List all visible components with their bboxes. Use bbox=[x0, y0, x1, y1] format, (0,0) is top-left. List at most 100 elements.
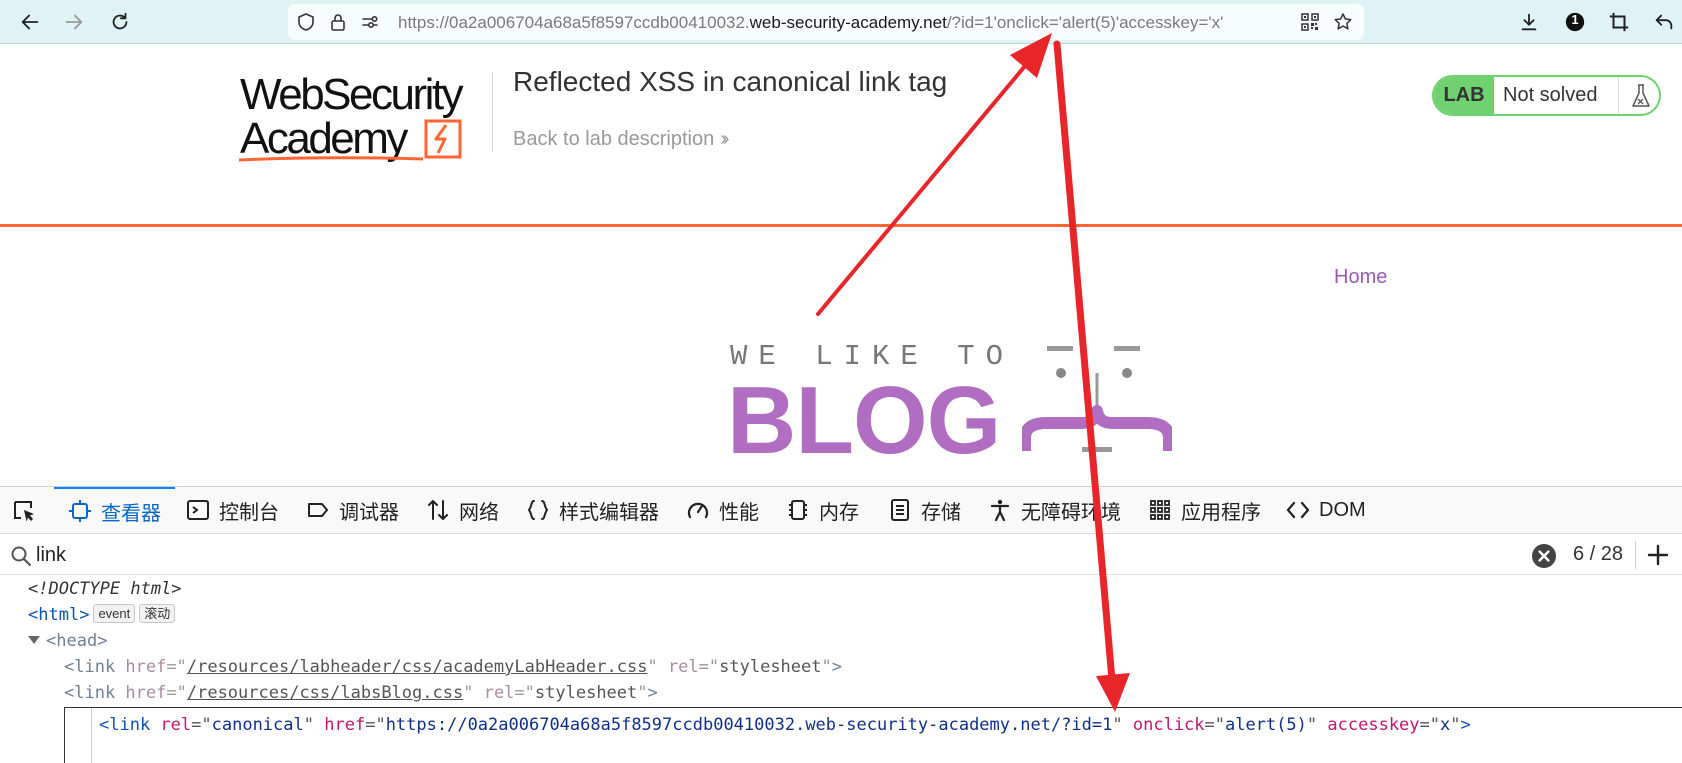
url-bar[interactable]: https://0a2a006704a68a5f8597ccdb00410032… bbox=[288, 4, 1364, 40]
header-separator bbox=[0, 224, 1682, 227]
tab-network[interactable]: 网络 bbox=[426, 487, 499, 533]
event-badge[interactable]: event bbox=[93, 604, 136, 623]
tab-debugger[interactable]: 调试器 bbox=[306, 487, 399, 533]
extension-badge-count: 1 bbox=[1571, 12, 1579, 27]
blog-face-icon bbox=[1022, 346, 1172, 452]
url-prefix: https://0a2a006704a68a5f8597ccdb00410032… bbox=[398, 13, 750, 32]
tab-console[interactable]: 控制台 bbox=[186, 487, 279, 533]
style-editor-icon bbox=[527, 500, 549, 520]
browser-toolbar: https://0a2a006704a68a5f8597ccdb00410032… bbox=[0, 0, 1682, 44]
qr-code-icon[interactable] bbox=[1300, 12, 1320, 32]
url-suffix: /?id=1'onclick='alert(5)'accesskey='x' bbox=[946, 13, 1224, 32]
search-result-count: 6 / 28 bbox=[1573, 543, 1624, 565]
devtools-tab-bar: 查看器 控制台 调试器 网络 样式编辑器 性能 内存 存储 无障碍环境 应用程序… bbox=[0, 487, 1682, 534]
tab-label: 调试器 bbox=[339, 501, 399, 524]
url-text[interactable]: https://0a2a006704a68a5f8597ccdb00410032… bbox=[398, 13, 1268, 33]
tab-application[interactable]: 应用程序 bbox=[1148, 487, 1261, 533]
element-picker-icon[interactable] bbox=[12, 499, 38, 525]
search-divider bbox=[1635, 541, 1636, 569]
tree-link-node[interactable]: <link href="/resources/labheader/css/aca… bbox=[64, 654, 842, 680]
tree-doctype[interactable]: <!DOCTYPE html> bbox=[28, 576, 182, 602]
tree-link-node[interactable]: <link href="/resources/css/labsBlog.css"… bbox=[64, 680, 658, 706]
memory-icon bbox=[789, 500, 807, 520]
debugger-icon bbox=[308, 503, 328, 517]
indent-guide bbox=[91, 708, 92, 763]
markup-search-input[interactable] bbox=[36, 540, 1186, 570]
application-icon bbox=[1150, 500, 1170, 520]
flask-icon bbox=[1618, 77, 1659, 114]
lab-status: Not solved bbox=[1503, 84, 1598, 106]
doctype-text: <!DOCTYPE html> bbox=[28, 579, 182, 599]
web-security-academy-logo[interactable]: WebSecurity Academy bbox=[238, 70, 490, 163]
dom-icon bbox=[1286, 501, 1310, 519]
link-rel-value: stylesheet bbox=[534, 683, 638, 703]
tab-performance[interactable]: 性能 bbox=[686, 487, 759, 533]
tree-head-node[interactable]: <head> bbox=[28, 628, 107, 654]
tree-canonical-link-node[interactable]: <link rel="canonical" href="https://0a2a… bbox=[99, 712, 1471, 738]
permissions-icon[interactable] bbox=[360, 12, 380, 32]
tab-label: 内存 bbox=[819, 501, 859, 524]
tab-label: 性能 bbox=[719, 501, 759, 524]
bookmark-star-icon[interactable] bbox=[1333, 12, 1353, 32]
expand-twisty-icon[interactable] bbox=[28, 636, 40, 644]
performance-icon bbox=[687, 502, 709, 519]
tab-label: 应用程序 bbox=[1181, 501, 1261, 524]
tab-inspector[interactable]: 查看器 bbox=[54, 487, 175, 533]
undo-icon[interactable] bbox=[1650, 8, 1678, 36]
tab-memory[interactable]: 内存 bbox=[786, 487, 859, 533]
onclick-value: alert(5) bbox=[1225, 715, 1307, 735]
clear-search-icon[interactable] bbox=[1531, 543, 1557, 569]
header-divider bbox=[492, 72, 493, 152]
search-icon bbox=[11, 546, 32, 567]
tab-style-editor[interactable]: 样式编辑器 bbox=[526, 487, 659, 533]
tab-storage[interactable]: 存储 bbox=[888, 487, 961, 533]
accessibility-icon bbox=[990, 499, 1010, 522]
lock-icon[interactable] bbox=[328, 12, 348, 32]
extension-badge-icon[interactable]: 1 bbox=[1561, 8, 1589, 36]
console-icon bbox=[187, 500, 209, 520]
back-icon[interactable] bbox=[16, 8, 44, 36]
link-href-value[interactable]: /resources/labheader/css/academyLabHeade… bbox=[187, 657, 648, 677]
tab-label: 存储 bbox=[921, 501, 961, 524]
canonical-href-value: https://0a2a006704a68a5f8597ccdb00410032… bbox=[385, 715, 1113, 735]
lab-title: Reflected XSS in canonical link tag bbox=[513, 66, 948, 97]
accesskey-value: x bbox=[1440, 715, 1451, 735]
reload-icon[interactable] bbox=[106, 8, 134, 36]
lab-label: LAB bbox=[1434, 77, 1494, 114]
storage-icon bbox=[891, 499, 909, 521]
add-node-icon[interactable] bbox=[1644, 541, 1672, 569]
markup-tree: <!DOCTYPE html> <html> event 滚动 <head> <li… bbox=[0, 576, 1682, 763]
tab-label: 查看器 bbox=[101, 502, 161, 525]
link-href-value[interactable]: /resources/css/labsBlog.css bbox=[187, 683, 463, 703]
link-rel-value: stylesheet bbox=[719, 657, 822, 677]
back-link-label: Back to lab description bbox=[513, 128, 715, 150]
tab-dom[interactable]: DOM bbox=[1286, 487, 1366, 533]
network-icon bbox=[428, 500, 448, 520]
head-tag: head bbox=[56, 631, 98, 651]
html-tag: html bbox=[38, 605, 80, 625]
double-chevron-right-icon: ›› bbox=[720, 128, 730, 150]
downloads-icon[interactable] bbox=[1515, 8, 1543, 36]
blog-logo-title: BLOG bbox=[727, 367, 1001, 474]
canonical-rel-value: canonical bbox=[211, 715, 304, 735]
tab-label: 控制台 bbox=[219, 501, 279, 524]
tab-label: DOM bbox=[1319, 498, 1366, 521]
tree-html-node[interactable]: <html> event 滚动 bbox=[28, 602, 176, 628]
tab-label: 无障碍环境 bbox=[1021, 501, 1121, 524]
nav-home-link[interactable]: Home bbox=[1334, 266, 1387, 289]
url-domain: web-security-academy.net bbox=[749, 13, 947, 32]
logo-line-1: WebSecurity bbox=[240, 70, 464, 119]
devtools-search-bar: 6 / 28 bbox=[0, 535, 1682, 575]
shield-icon[interactable] bbox=[296, 12, 316, 32]
tab-label: 网络 bbox=[459, 501, 499, 524]
tab-label: 样式编辑器 bbox=[559, 501, 659, 524]
forward-icon[interactable] bbox=[60, 8, 88, 36]
scroll-badge[interactable]: 滚动 bbox=[139, 604, 176, 623]
back-to-lab-description-link[interactable]: Back to lab description ›› bbox=[513, 128, 730, 151]
lab-status-badge: LAB Not solved bbox=[1432, 75, 1661, 116]
logo-lightning-mark-icon bbox=[424, 119, 462, 159]
crop-screenshot-icon[interactable] bbox=[1605, 8, 1633, 36]
tab-accessibility[interactable]: 无障碍环境 bbox=[988, 487, 1121, 533]
inspector-icon bbox=[69, 500, 91, 522]
logo-underline-icon bbox=[238, 156, 424, 162]
